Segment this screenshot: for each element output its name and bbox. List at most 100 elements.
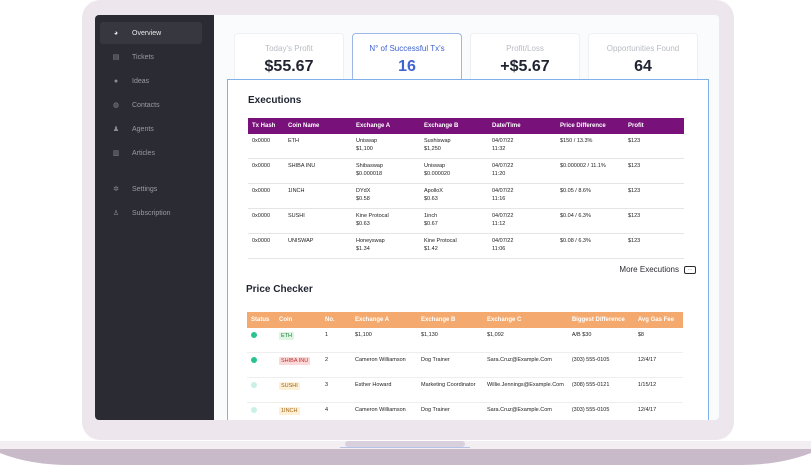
sidebar-item-label: Tickets — [132, 53, 154, 61]
table-row[interactable]: 0x0000 1INCH DYdX $0.58 ApolloX $0.63 04/07/22… — [248, 183, 684, 209]
cell-text: Uniswap — [424, 163, 446, 169]
coin-badge: SUSHI — [279, 382, 300, 390]
cell-text: UNISWAP — [288, 238, 314, 244]
table-row[interactable]: SUSHI 3 Esther Howard Marketing Coordinator… — [247, 377, 683, 403]
column-header[interactable]: Exchange C — [483, 312, 568, 328]
book-icon: ▥ — [112, 150, 120, 157]
column-header[interactable]: Status — [247, 312, 275, 328]
cell-text: 04/07/22 — [492, 188, 514, 194]
sidebar-item-overview[interactable]: ◕ Overview — [100, 22, 202, 44]
sidebar-item-label: Agents — [132, 125, 154, 133]
column-header[interactable]: Biggest Difference — [567, 312, 634, 328]
stat-card-successful-tx[interactable]: N° of Successful Tx's 16 — [352, 33, 462, 85]
column-header[interactable]: Exchange A — [352, 118, 420, 134]
table-cell: 3 — [321, 377, 351, 403]
lightbulb-icon: ● — [113, 77, 119, 85]
stat-value: 64 — [634, 58, 652, 75]
price-checker-table: Status Coin No. Exchange A Exchange B Ex… — [247, 312, 683, 420]
stat-card-opportunities[interactable]: Opportunities Found 64 — [588, 33, 698, 85]
table-row[interactable]: SHIBA INU 2 Cameron Williamson Dog Trainer S… — [247, 352, 683, 378]
table-cell: $150 / 13.3% — [556, 134, 624, 159]
column-header[interactable]: Avg Gas Fee — [633, 312, 683, 328]
table-cell: DYdX $0.58 — [352, 183, 420, 209]
table-row[interactable]: 1INCH 4 Cameron Williamson Dog Trainer Sara.… — [247, 402, 683, 420]
price-header-row: Status Coin No. Exchange A Exchange B Ex… — [247, 312, 683, 328]
sidebar-item-contacts[interactable]: ◍ Contacts — [100, 94, 202, 116]
status-dot-icon — [251, 357, 257, 363]
stat-card-profit-loss[interactable]: Profit/Loss +$5.67 — [470, 33, 580, 85]
cell-text: 0x0000 — [252, 213, 271, 219]
stat-card-todays-profit[interactable]: Today's Profit $55.67 — [234, 33, 344, 85]
table-cell: Honeyswap $1.34 — [352, 233, 420, 259]
table-row[interactable]: 0x0000 SHIBA INU Shibaswap $0.000018 Uniswap… — [248, 158, 684, 184]
sidebar: ◕ Overview ▤ Tickets ● Ideas ◍ Contacts … — [95, 15, 214, 420]
executions-title: Executions — [248, 95, 302, 106]
cell-text: $0.000002 / 11.1% — [560, 163, 606, 169]
sidebar-item-subscription[interactable]: ♙ Subscription — [100, 202, 202, 224]
column-header[interactable]: Date/Time — [488, 118, 556, 134]
table-cell: $123 — [624, 158, 684, 184]
column-header[interactable]: Price Difference — [556, 118, 624, 134]
table-cell: 1 — [321, 328, 351, 353]
cell-text: Honeyswap — [356, 238, 385, 244]
table-cell: 04/07/22 11:32 — [488, 134, 556, 159]
cell-text: 0x0000 — [252, 138, 271, 144]
table-cell: $123 — [624, 233, 684, 259]
price-checker-title: Price Checker — [246, 284, 313, 295]
table-cell: 4 — [321, 402, 351, 420]
cell-text: Shibaswap — [356, 163, 383, 169]
cell-text: $0.04 / 6.3% — [560, 213, 591, 219]
table-cell: 04/07/22 11:06 — [488, 233, 556, 259]
stat-label: Today's Profit — [265, 44, 313, 53]
table-cell: $0.000002 / 11.1% — [556, 158, 624, 184]
column-header[interactable]: Exchange B — [420, 118, 488, 134]
cell-text: $123 — [628, 213, 641, 219]
column-header[interactable]: Coin Name — [284, 118, 352, 134]
table-cell: Uniswap $1,100 — [352, 134, 420, 159]
table-row[interactable]: 0x0000 ETH Uniswap $1,100 Sushiswap $1,250 04/… — [248, 134, 684, 159]
cell-text: $1,100 — [356, 146, 373, 152]
table-cell: 2 — [321, 352, 351, 378]
table-row[interactable]: 0x0000 UNISWAP Honeyswap $1.34 Kine Protocal… — [248, 233, 684, 259]
sidebar-item-label: Contacts — [132, 101, 160, 109]
column-header[interactable]: Tx Hash — [248, 118, 284, 134]
column-header[interactable]: Exchange A — [351, 312, 417, 328]
pie-chart-icon: ◕ — [113, 29, 119, 37]
table-cell: UNISWAP — [284, 233, 352, 259]
executions-header-row: Tx Hash Coin Name Exchange A Exchange B … — [248, 118, 684, 134]
cell-text: $1.34 — [356, 246, 370, 252]
sidebar-item-settings[interactable]: ✲ Settings — [100, 178, 202, 200]
sidebar-item-tickets[interactable]: ▤ Tickets — [100, 46, 202, 68]
table-cell: Sara.Cruz@Example.Com — [483, 352, 568, 378]
status-dot-icon — [251, 382, 257, 388]
table-row[interactable]: ETH 1 $1,100 $1,130 $1,092 A/B $30 $8 — [247, 328, 683, 353]
cell-text: 0x0000 — [252, 188, 271, 194]
table-cell: $1,100 — [351, 328, 417, 353]
cell-text: $0.08 / 6.3% — [560, 238, 591, 244]
cell-text: $1.42 — [424, 246, 438, 252]
table-cell: 04/07/22 11:20 — [488, 158, 556, 184]
stat-value: +$5.67 — [500, 58, 550, 75]
table-cell: $1,092 — [483, 328, 568, 353]
cell-text: 04/07/22 — [492, 163, 514, 169]
column-header[interactable]: Exchange B — [417, 312, 483, 328]
column-header[interactable]: Profit — [624, 118, 684, 134]
table-cell: $0.04 / 6.3% — [556, 208, 624, 234]
cell-text: SUSHI — [288, 213, 305, 219]
stat-value: $55.67 — [264, 58, 314, 75]
table-row[interactable]: 0x0000 SUSHI Kine Protocal $0.63 1inch $0.67 0… — [248, 208, 684, 234]
more-executions-link[interactable]: More Executions ⋯ — [619, 265, 696, 274]
sidebar-item-ideas[interactable]: ● Ideas — [100, 70, 202, 92]
cell-text: 04/07/22 — [492, 238, 514, 244]
column-header[interactable]: Coin — [275, 312, 321, 328]
coin-badge: SHIBA INU — [279, 357, 311, 365]
user-icon: ♟ — [112, 126, 120, 133]
sidebar-item-articles[interactable]: ▥ Articles — [100, 142, 202, 164]
column-header[interactable]: No. — [321, 312, 351, 328]
table-cell: 1inch $0.67 — [420, 208, 488, 234]
table-cell: Kine Protocal $0.63 — [352, 208, 420, 234]
sidebar-item-agents[interactable]: ♟ Agents — [100, 118, 202, 140]
cell-text: ApolloX — [424, 188, 443, 194]
table-cell: (303) 555-0105 — [567, 402, 634, 420]
cell-text: 11:16 — [492, 196, 506, 202]
